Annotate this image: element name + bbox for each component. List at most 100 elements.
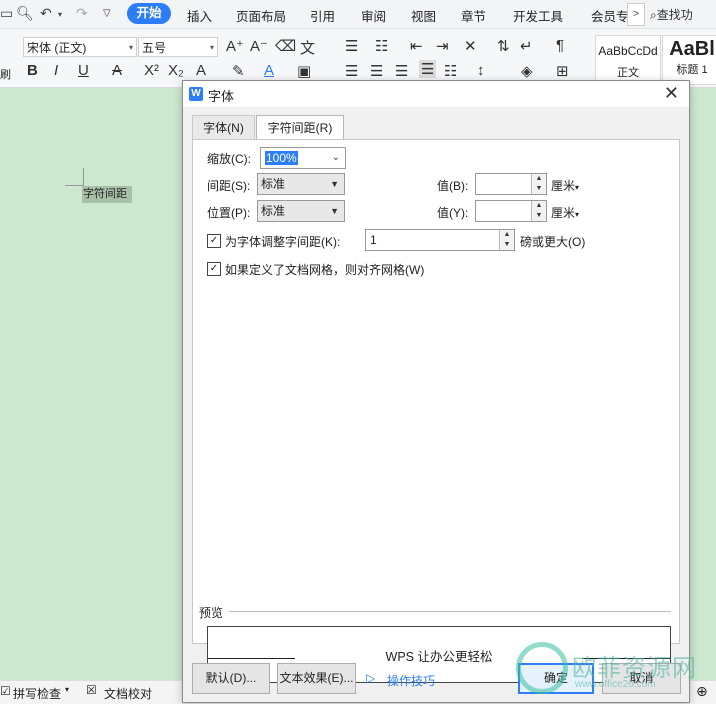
tab-review[interactable]: 审阅 (361, 6, 386, 25)
italic-icon[interactable]: I (54, 62, 58, 79)
align-center-icon[interactable]: ☰ (370, 62, 383, 80)
find-command[interactable]: ⌕查找功 (650, 6, 693, 23)
doc-check-button[interactable]: 文档校对 (104, 685, 152, 702)
numbering-icon[interactable]: ☷ (375, 37, 388, 55)
highlight-icon[interactable]: ✎ (232, 62, 245, 80)
tips-link[interactable]: 操作技巧 (387, 672, 435, 689)
show-marks-icon[interactable]: ¶ (556, 37, 564, 54)
chevron-down-icon[interactable]: ▾ (65, 685, 69, 694)
bold-icon[interactable]: B (27, 62, 38, 79)
line-spacing-icon[interactable]: ↕ (477, 62, 485, 79)
phonetic-guide-icon[interactable]: 文 (300, 37, 315, 58)
increase-indent-icon[interactable]: ⇥ (436, 37, 449, 55)
position-unit-dropdown[interactable]: 厘米▾ (551, 204, 579, 221)
customize-quick-access-icon[interactable]: ▽ (103, 8, 111, 19)
scale-combo[interactable]: 100% ⌄ (260, 147, 346, 169)
undo-dropdown-icon[interactable]: ▾ (58, 10, 62, 19)
chinese-layout-icon[interactable]: ✕ (464, 37, 477, 55)
spacing-unit: 厘米 (551, 179, 576, 193)
borders-icon[interactable]: ⊞ (556, 62, 569, 80)
print-preview-icon[interactable]: 🔍︎ (16, 5, 34, 22)
kerning-input[interactable]: 1 ▲ ▼ (365, 229, 515, 251)
position-value: 标准 (261, 204, 286, 218)
grow-font-icon[interactable]: A⁺ (226, 37, 244, 55)
text-effects-button[interactable]: 文本效果(E)... (277, 663, 356, 694)
dialog-titlebar[interactable]: W 字体 ✕ (183, 81, 689, 107)
close-icon[interactable]: ✕ (664, 83, 679, 104)
font-size-combo[interactable]: 五号 ▾ (138, 37, 218, 57)
spacing-select[interactable]: 标准 ▼ (257, 173, 345, 195)
preview-icon[interactable]: ▭ (0, 5, 13, 22)
shading-icon[interactable]: ◈ (521, 62, 533, 80)
default-button[interactable]: 默认(D)... (192, 663, 270, 694)
style-heading1-name: 标题 1 (676, 64, 708, 76)
character-spacing-panel: 缩放(C): 100% ⌄ 间距(S): 标准 ▼ 值(B): ▲ ▼ 厘米▾ 位… (192, 139, 680, 683)
line-break-icon[interactable]: ↵ (520, 37, 533, 55)
chevron-down-icon: ⌄ (331, 152, 340, 163)
doc-check-icon: ☒ (86, 683, 97, 697)
subscript-icon[interactable]: X₂ (168, 62, 184, 79)
decrease-indent-icon[interactable]: ⇤ (410, 37, 423, 55)
sort-icon[interactable]: ⇅ (497, 37, 510, 55)
kerning-spinner[interactable]: ▲ ▼ (499, 230, 514, 250)
tab-member[interactable]: 会员专 (591, 6, 629, 25)
globe-icon[interactable]: ⊕ (696, 683, 708, 700)
font-name-combo[interactable]: 宋体 (正文) ▾ (23, 37, 137, 57)
play-circle-icon[interactable]: ▷ (366, 671, 375, 685)
snap-to-grid-checkbox[interactable]: ✓ (207, 262, 221, 276)
tab-character-spacing[interactable]: 字符间距(R) (256, 115, 344, 140)
style-heading1[interactable]: AaBl 标题 1 (662, 35, 716, 85)
clear-format-icon[interactable]: ⌫ (275, 37, 296, 55)
dialog-title: 字体 (208, 89, 235, 104)
format-painter-label[interactable]: 刷 (0, 66, 11, 82)
tab-references[interactable]: 引用 (310, 6, 335, 25)
align-left-icon[interactable]: ☰ (345, 62, 358, 80)
tab-start[interactable]: 开始 (127, 3, 171, 24)
underline-icon[interactable]: U (78, 62, 89, 79)
tab-view[interactable]: 视图 (411, 6, 436, 25)
distributed-icon[interactable]: ☷ (444, 62, 457, 80)
font-dialog: W 字体 ✕ 字体(N) 字符间距(R) 缩放(C): 100% ⌄ 间距(S)… (182, 80, 690, 703)
crop-mark (83, 168, 84, 186)
tab-chapter[interactable]: 章节 (461, 6, 486, 25)
position-by-label: 值(Y): (437, 206, 469, 220)
tab-developer[interactable]: 开发工具 (513, 6, 563, 25)
spacing-by-spinner[interactable]: ▲ ▼ (531, 174, 546, 194)
kerning-suffix: 磅或更大(O) (520, 235, 586, 249)
redo-icon[interactable]: ↷ (76, 5, 88, 22)
position-by-spinner[interactable]: ▲ ▼ (531, 201, 546, 221)
selected-text[interactable]: 字符间距 (82, 186, 132, 203)
text-effect-icon[interactable]: A (196, 62, 206, 79)
spacing-unit-dropdown[interactable]: 厘米▾ (551, 177, 579, 194)
tab-insert[interactable]: 插入 (187, 6, 212, 25)
align-right-icon[interactable]: ☰ (395, 62, 408, 80)
spellcheck-button[interactable]: 拼写检查 (13, 685, 61, 702)
spacing-by-input[interactable]: ▲ ▼ (475, 173, 547, 195)
undo-icon[interactable]: ↶ (40, 5, 52, 22)
font-size-value: 五号 (142, 41, 167, 55)
crop-mark (65, 185, 83, 186)
shrink-font-icon[interactable]: A⁻ (250, 37, 268, 55)
bullets-icon[interactable]: ☰ (345, 37, 358, 55)
snap-to-grid-label: 如果定义了文档网格，则对齐网格(W) (225, 263, 425, 277)
position-label: 位置(P): (207, 206, 251, 220)
position-select[interactable]: 标准 ▼ (257, 200, 345, 222)
position-by-input[interactable]: ▲ ▼ (475, 200, 547, 222)
position-unit: 厘米 (551, 206, 576, 220)
wps-logo-icon: W (189, 87, 203, 101)
preview-divider (229, 611, 671, 612)
strikethrough-icon[interactable]: A (112, 62, 122, 79)
chevron-down-icon: ▾ (575, 210, 580, 219)
style-normal[interactable]: AaBbCcDd 正文 (595, 35, 661, 85)
tab-page-layout[interactable]: 页面布局 (236, 6, 286, 25)
spacing-value: 标准 (261, 177, 286, 191)
char-border-icon[interactable]: ▣ (297, 62, 311, 80)
scale-label: 缩放(C): (207, 152, 251, 166)
tab-font[interactable]: 字体(N) (192, 115, 255, 139)
justify-icon[interactable]: ☰ (419, 60, 437, 78)
kerning-label: 为字体调整字间距(K): (225, 235, 341, 249)
font-color-icon[interactable]: A (264, 62, 274, 79)
superscript-icon[interactable]: X² (144, 62, 159, 79)
kerning-checkbox[interactable]: ✓ (207, 234, 221, 248)
more-tabs-chevron-icon[interactable]: > (627, 3, 645, 26)
